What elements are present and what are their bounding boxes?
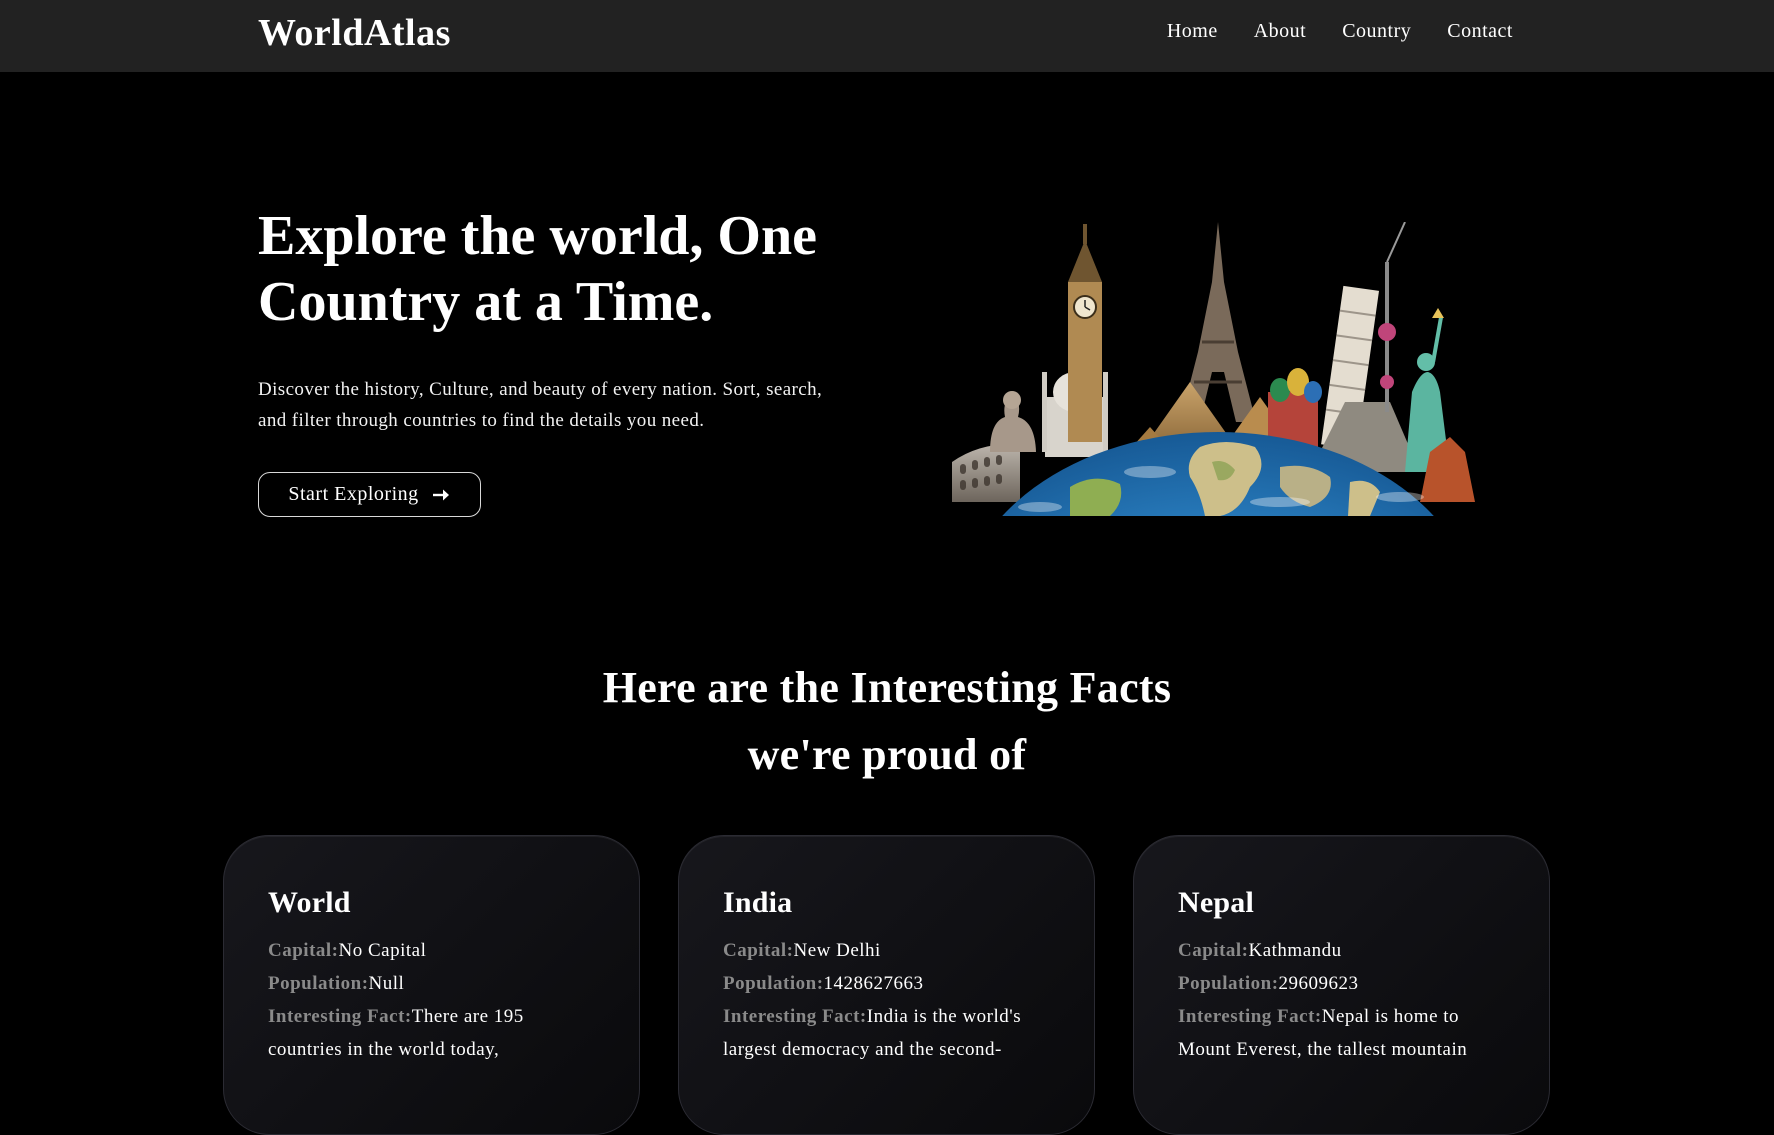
world-landmarks-illustration	[952, 222, 1475, 516]
capital-label: Capital:	[723, 940, 794, 961]
start-exploring-button[interactable]: Start Exploring	[258, 472, 481, 517]
population-value: 1428627663	[823, 973, 924, 994]
fact-card-nepal: Nepal Capital:Kathmandu Population:29609…	[1133, 835, 1550, 1135]
facts-title-line2: we're proud of	[747, 730, 1027, 779]
facts-title-line1: Here are the Interesting Facts	[602, 663, 1172, 712]
top-navbar: WorldAtlas Home About Country Contact	[0, 0, 1774, 72]
facts-title: Here are the Interesting Facts we're pro…	[0, 654, 1774, 788]
fact-label: Interesting Fact:	[723, 1006, 867, 1027]
site-logo[interactable]: WorldAtlas	[258, 11, 451, 55]
start-exploring-label: Start Exploring	[288, 483, 419, 505]
nav-about-link[interactable]: About	[1254, 20, 1307, 43]
nav-home-link[interactable]: Home	[1167, 20, 1218, 43]
card-title: India	[723, 886, 793, 919]
card-fact: Interesting Fact:Nepal is home to Mount …	[1178, 1000, 1505, 1066]
population-value: 29609623	[1278, 973, 1359, 994]
main-nav: Home About Country Contact	[1167, 20, 1513, 43]
arrow-right-icon	[432, 488, 451, 502]
card-fact: Interesting Fact:There are 195 countries…	[268, 1000, 595, 1066]
capital-value: No Capital	[338, 940, 427, 961]
card-capital: Capital:Kathmandu	[1178, 934, 1505, 967]
card-title: Nepal	[1178, 886, 1254, 919]
fact-label: Interesting Fact:	[1178, 1006, 1322, 1027]
fact-card-world: World Capital:No Capital Population:Null…	[223, 835, 640, 1135]
nav-contact-link[interactable]: Contact	[1447, 20, 1513, 43]
capital-label: Capital:	[1178, 940, 1249, 961]
population-label: Population:	[723, 973, 824, 994]
facts-cards: World Capital:No Capital Population:Null…	[223, 835, 1550, 1135]
population-label: Population:	[1178, 973, 1279, 994]
capital-label: Capital:	[268, 940, 339, 961]
card-population: Population:1428627663	[723, 967, 1050, 1000]
capital-value: Kathmandu	[1248, 940, 1342, 961]
nav-country-link[interactable]: Country	[1342, 20, 1411, 43]
population-label: Population:	[268, 973, 369, 994]
fact-card-india: India Capital:New Delhi Population:14286…	[678, 835, 1095, 1135]
capital-value: New Delhi	[793, 940, 881, 961]
card-title: World	[268, 886, 351, 919]
hero-title: Explore the world, One Country at a Time…	[258, 205, 817, 333]
hero-description: Discover the history, Culture, and beaut…	[258, 379, 823, 431]
card-capital: Capital:New Delhi	[723, 934, 1050, 967]
card-population: Population:29609623	[1178, 967, 1505, 1000]
population-value: Null	[368, 973, 405, 994]
card-capital: Capital:No Capital	[268, 934, 595, 967]
card-fact: Interesting Fact:India is the world's la…	[723, 1000, 1050, 1066]
card-population: Population:Null	[268, 967, 595, 1000]
fact-label: Interesting Fact:	[268, 1006, 412, 1027]
